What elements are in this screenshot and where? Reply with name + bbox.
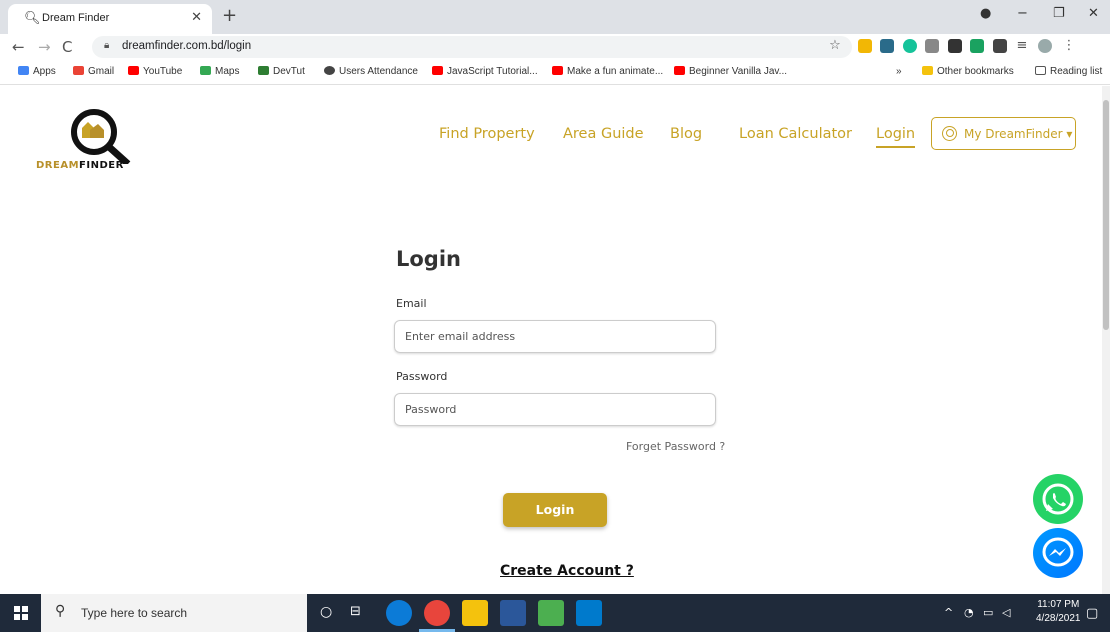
close-tab-icon[interactable]: ✕ xyxy=(191,10,202,25)
close-window-icon[interactable]: ✕ xyxy=(1088,6,1099,21)
chrome-icon[interactable] xyxy=(424,600,450,626)
nav-blog[interactable]: Blog xyxy=(670,126,702,142)
extension-icon[interactable] xyxy=(880,39,894,53)
extension-icon[interactable] xyxy=(903,39,917,53)
battery-icon[interactable]: ▭ xyxy=(983,606,993,619)
avatar[interactable] xyxy=(1038,39,1052,53)
folder-icon xyxy=(922,66,933,75)
search-icon: 🔍︎ xyxy=(24,11,41,26)
youtube-icon xyxy=(674,66,685,75)
volume-icon[interactable]: ◁ xyxy=(1002,606,1010,619)
whatsapp-icon[interactable] xyxy=(1033,474,1083,524)
notification-icon[interactable]: ▢ xyxy=(1086,606,1098,621)
my-dreamfinder-button[interactable]: My DreamFinder ▾ xyxy=(931,117,1076,150)
cortana-icon[interactable]: ○ xyxy=(320,604,332,620)
logo-text: DREAMFINDER xyxy=(36,160,124,171)
bookmark-youtube[interactable]: YouTube xyxy=(128,66,182,77)
nav-find-property[interactable]: Find Property xyxy=(439,126,535,142)
address-bar[interactable]: 🔒︎ dreamfinder.com.bd/login xyxy=(92,36,852,58)
devtut-icon xyxy=(258,66,269,75)
email-label: Email xyxy=(396,297,427,310)
other-bookmarks[interactable]: Other bookmarks xyxy=(922,66,1014,77)
reading-list-icon[interactable]: ≡ xyxy=(1015,39,1029,53)
reload-icon[interactable]: C xyxy=(62,38,72,56)
gmail-icon xyxy=(73,66,84,75)
password-label: Password xyxy=(396,370,448,383)
taskbar-search[interactable]: ⚲ Type here to search xyxy=(41,594,307,632)
magnifier-logo-icon xyxy=(71,109,131,167)
globe-icon xyxy=(324,66,335,75)
account-icon[interactable]: ● xyxy=(980,6,991,21)
user-icon xyxy=(942,126,957,141)
taskbar: ⚲ Type here to search ○ ⊟ ^ ◔ ▭ ◁ 11:07 … xyxy=(0,594,1110,632)
reading-list-icon xyxy=(1035,66,1046,75)
youtube-icon xyxy=(552,66,563,75)
extension-icon[interactable] xyxy=(925,39,939,53)
search-placeholder: Type here to search xyxy=(81,606,188,620)
bookmark-maps[interactable]: Maps xyxy=(200,66,239,77)
bookmark-users-attendance[interactable]: Users Attendance xyxy=(324,66,418,77)
bookmark-apps[interactable]: Apps xyxy=(18,66,56,77)
search-icon: ⚲ xyxy=(55,603,66,619)
forget-password-link[interactable]: Forget Password ? xyxy=(626,440,725,453)
extension-icon[interactable] xyxy=(948,39,962,53)
puzzle-icon[interactable] xyxy=(993,39,1007,53)
tab-strip: 🔍︎ Dream Finder ✕ + ● − ❐ ✕ xyxy=(0,0,1110,34)
bookmarks-overflow[interactable]: » xyxy=(896,66,902,77)
youtube-icon xyxy=(432,66,443,75)
network-icon[interactable]: ◔ xyxy=(964,606,974,619)
browser-toolbar: ← → C 🔒︎ dreamfinder.com.bd/login xyxy=(0,34,1110,61)
restore-icon[interactable]: ❐ xyxy=(1053,6,1065,21)
email-field[interactable]: Enter email address xyxy=(394,320,716,353)
messenger-icon[interactable] xyxy=(1033,528,1083,578)
bookmark-vanilla-js[interactable]: Beginner Vanilla Jav... xyxy=(674,66,787,77)
lock-icon: 🔒︎ xyxy=(104,40,110,51)
taskbar-clock[interactable]: 11:07 PM 4/28/2021 xyxy=(1036,598,1081,626)
site-logo[interactable]: DREAMFINDER xyxy=(36,104,136,172)
extension-icon[interactable] xyxy=(858,39,872,53)
page-scrollbar[interactable] xyxy=(1102,86,1110,594)
nav-area-guide[interactable]: Area Guide xyxy=(563,126,644,142)
youtube-icon xyxy=(128,66,139,75)
back-icon[interactable]: ← xyxy=(12,38,25,56)
menu-icon[interactable]: ⋮ xyxy=(1062,39,1076,53)
windows-start-icon[interactable] xyxy=(14,606,28,620)
tray-chevron-icon[interactable]: ^ xyxy=(944,606,953,619)
create-account-link[interactable]: Create Account ? xyxy=(500,563,634,579)
url-text: dreamfinder.com.bd/login xyxy=(122,40,252,52)
minimize-icon[interactable]: − xyxy=(1017,6,1028,21)
browser-tab[interactable]: 🔍︎ Dream Finder ✕ xyxy=(8,4,212,34)
bookmark-gmail[interactable]: Gmail xyxy=(73,66,114,77)
login-button[interactable]: Login xyxy=(503,493,607,527)
bookmark-devtut[interactable]: DevTut xyxy=(258,66,305,77)
vscode-icon[interactable] xyxy=(576,600,602,626)
bookmark-fun-animate[interactable]: Make a fun animate... xyxy=(552,66,663,77)
login-title: Login xyxy=(396,247,461,271)
nav-loan-calculator[interactable]: Loan Calculator xyxy=(739,126,852,142)
nav-login[interactable]: Login xyxy=(876,126,916,148)
bookmark-js-tutorial[interactable]: JavaScript Tutorial... xyxy=(432,66,538,77)
bookmark-star-icon[interactable]: ☆ xyxy=(828,39,842,53)
maps-icon xyxy=(200,66,211,75)
extension-icon[interactable] xyxy=(970,39,984,53)
new-tab-icon[interactable]: + xyxy=(222,5,237,26)
bookmarks-bar: Apps Gmail YouTube Maps DevTut Users Att… xyxy=(0,61,1110,85)
scrollbar-thumb[interactable] xyxy=(1103,100,1109,330)
excel-icon[interactable] xyxy=(538,600,564,626)
web-page: DREAMFINDER Find Property Area Guide Blo… xyxy=(0,86,1102,594)
reading-list[interactable]: Reading list xyxy=(1035,66,1102,77)
task-view-icon[interactable]: ⊟ xyxy=(350,604,361,619)
tab-title: Dream Finder xyxy=(42,12,110,24)
file-explorer-icon[interactable] xyxy=(462,600,488,626)
my-dreamfinder-label: My DreamFinder ▾ xyxy=(964,127,1073,141)
forward-icon[interactable]: → xyxy=(38,38,51,56)
edge-icon[interactable] xyxy=(386,600,412,626)
apps-icon xyxy=(18,66,29,75)
password-field[interactable]: Password xyxy=(394,393,716,426)
word-icon[interactable] xyxy=(500,600,526,626)
